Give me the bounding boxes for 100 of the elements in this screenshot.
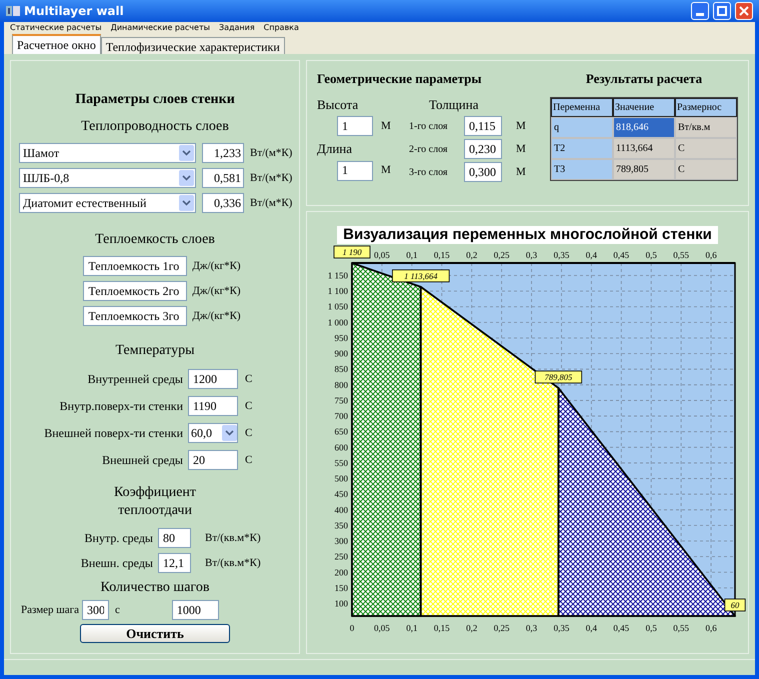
column-header: Переменна	[551, 98, 613, 116]
heat-capacity-field[interactable]: Теплоемкость 1го	[83, 256, 188, 276]
chevron-down-icon[interactable]	[179, 195, 194, 211]
table-cell[interactable]: T2	[551, 138, 613, 158]
chevron-down-icon[interactable]	[179, 170, 194, 186]
conductivity-field[interactable]: 0,336	[202, 193, 244, 213]
maximize-button[interactable]	[713, 2, 731, 20]
material-dropdown[interactable]: Диатомит естественный	[19, 193, 196, 213]
axis-tick-label: 550	[334, 458, 348, 468]
field-label: 2-го слоя	[409, 142, 449, 156]
section-heading: Количество шагов	[100, 579, 210, 597]
temperature-field[interactable]: 1200	[188, 369, 238, 389]
table-cell[interactable]: T3	[551, 158, 613, 180]
field-label: 3-го слоя	[409, 166, 449, 180]
section-heading: Коэффициент теплоотдачи	[112, 484, 198, 520]
axis-tick-label: 0,6	[704, 250, 716, 260]
field-label: Высота	[317, 96, 360, 114]
heat-capacity-field[interactable]: Теплоемкость 2го	[83, 281, 188, 301]
axis-tick-label: 0,3	[525, 623, 537, 633]
value-label: 1 113,664	[392, 269, 450, 282]
field-label: Внутренней среды	[86, 371, 183, 388]
unit-label: C	[245, 372, 252, 387]
unit-label: Дж/(кг*К)	[192, 308, 241, 324]
axis-tick-label: 0,55	[672, 250, 689, 260]
thickness-field[interactable]: 0,300	[464, 162, 502, 182]
axis-tick-label: 0,25	[493, 250, 509, 260]
unit-label: Дж/(кг*К)	[192, 258, 241, 274]
tab[interactable]: Теплофизические характеристики	[100, 37, 285, 54]
axis-tick-label: 900	[334, 348, 348, 359]
axis-tick-label: 850	[334, 364, 348, 374]
material-dropdown[interactable]: Шамот	[19, 143, 196, 163]
temperature-field[interactable]: 1190	[188, 396, 238, 416]
minimize-button[interactable]	[691, 2, 709, 20]
axis-tick-label: 250	[334, 552, 348, 562]
axis-tick-label: 1 150	[327, 270, 348, 280]
conductivity-field[interactable]: 0,581	[202, 168, 244, 188]
axis-tick-label: 800	[334, 380, 348, 390]
unit-label: Вт/(м*К)	[250, 196, 292, 211]
unit-label: Вт/(кв.м*К)	[205, 530, 261, 546]
unit-label: М	[381, 118, 391, 134]
axis-tick-label: 0,1	[406, 250, 417, 260]
field-label: Внутр.поверх-ти стенки	[58, 398, 183, 415]
axis-tick-label: 0,2	[466, 623, 477, 633]
axis-tick-label: 0,1	[406, 623, 417, 633]
axis-tick-label: 1 100	[327, 286, 348, 296]
axis-tick-label: 0,05	[374, 250, 390, 260]
thickness-field[interactable]: 0,230	[464, 139, 502, 159]
field-label: Длина	[317, 140, 354, 158]
material-dropdown[interactable]: ШЛБ-0,8	[19, 168, 196, 188]
table-cell[interactable]: q	[551, 116, 613, 138]
table-cell[interactable]: 1113,664	[613, 138, 675, 158]
chevron-down-icon[interactable]	[222, 425, 237, 441]
app-icon	[6, 5, 20, 17]
tab[interactable]: Расчетное окно	[12, 34, 101, 54]
minimize-icon	[696, 13, 704, 16]
temperature-dropdown[interactable]: 60,0	[188, 423, 238, 443]
table-cell[interactable]: C	[675, 158, 737, 180]
table-cell[interactable]: 789,805	[613, 158, 675, 180]
temperature-field[interactable]: 20	[188, 450, 238, 470]
axis-tick-label: 0,25	[493, 623, 509, 633]
unit-label: C	[245, 452, 252, 468]
field-label: 1-го слоя	[409, 120, 449, 134]
axis-tick-label: 650	[334, 426, 348, 437]
menu-item[interactable]: Справка	[264, 22, 299, 34]
menu-item[interactable]: Статические расчеты	[10, 22, 102, 34]
table-cell[interactable]: Вт/кв.м	[675, 116, 737, 138]
table-cell[interactable]: 818,646	[613, 116, 675, 138]
table-cell[interactable]: C	[675, 138, 737, 158]
unit-label: М	[381, 163, 391, 178]
unit-label: М	[516, 164, 526, 180]
axis-tick-label: 0,2	[466, 250, 477, 260]
conductivity-field[interactable]: 1,233	[202, 143, 244, 163]
axis-tick-label: 0,45	[612, 623, 629, 633]
axis-tick-label: 450	[334, 489, 348, 500]
field-label: Внутр. среды	[84, 530, 153, 547]
chevron-down-icon[interactable]	[179, 145, 194, 161]
close-button[interactable]	[735, 2, 753, 20]
height-field[interactable]: 1	[337, 116, 373, 136]
section-heading: Результаты расчета	[586, 70, 702, 88]
thickness-field[interactable]: 0,115	[464, 116, 502, 136]
axis-tick-label: 0,5	[645, 623, 656, 633]
heat-capacity-field[interactable]: Теплоемкость 3го	[83, 306, 188, 326]
unit-label: C	[245, 426, 252, 441]
length-field[interactable]: 1	[337, 160, 373, 180]
coefficient-field[interactable]: 12,1	[158, 553, 191, 573]
unit-label: М	[516, 142, 526, 157]
axis-tick-label: 0,4	[585, 623, 596, 633]
field-label: Внешней среды	[101, 452, 183, 469]
step-count-field[interactable]: 1000	[172, 600, 219, 620]
clear-button[interactable]: Очистить	[80, 624, 230, 643]
axis-tick-label: 0	[349, 623, 354, 633]
axis-tick-label: 100	[334, 598, 348, 608]
menu-item[interactable]: Задания	[218, 22, 255, 34]
axis-tick-label: 0,15	[433, 250, 450, 260]
axis-tick-label: 0,5	[645, 250, 656, 260]
menu-item[interactable]: Динамические расчеты	[110, 22, 210, 34]
unit-label: М	[516, 118, 526, 134]
field-label: Внешн. среды	[80, 555, 153, 572]
coefficient-field[interactable]: 80	[158, 528, 191, 548]
field-label: Толщина	[429, 96, 480, 114]
